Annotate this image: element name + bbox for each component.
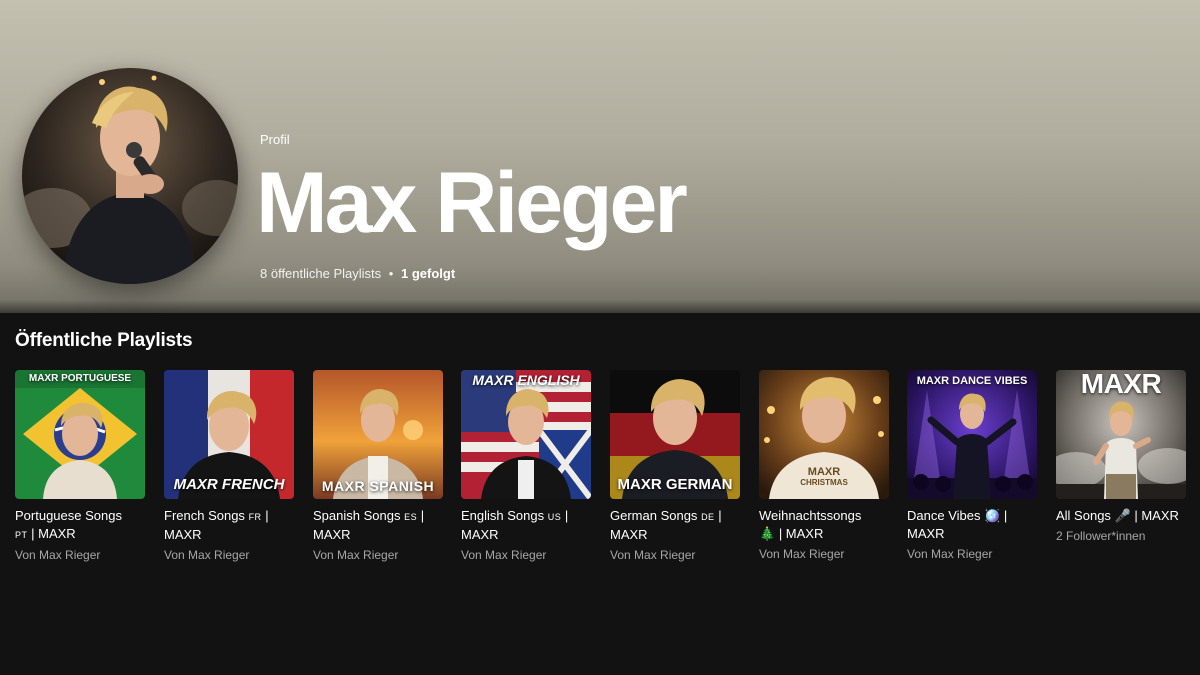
header-shade [0, 300, 1200, 313]
playlist-title-main: French Songs [164, 508, 245, 523]
playlist-title-suffix: | MAXR [778, 526, 824, 541]
playlist-owner[interactable]: Von Max Rieger [461, 548, 591, 562]
playlist-card-spanish[interactable]: MAXR SPANISH Spanish Songs ES | MAXR Von… [313, 370, 443, 562]
playlist-owner[interactable]: Von Max Rieger [759, 547, 889, 561]
playlist-owner[interactable]: Von Max Rieger [164, 548, 294, 562]
cover-title: MAXR FRENCH [173, 476, 285, 493]
playlist-cover: MAXR SPANISH [313, 370, 443, 499]
playlist-cover: MAXR DANCE VIBES [907, 370, 1037, 499]
playlist-card-english[interactable]: MAXR ENGLISH English Songs US | MAXR Von… [461, 370, 591, 562]
playlist-card-christmas[interactable]: MAXR CHRISTMAS Weihnachtssongs 🎄 | MAXR … [759, 370, 889, 561]
playlist-card-dance-vibes[interactable]: MAXR DANCE VIBES Dance Vibes 🪩 | MAXR Vo… [907, 370, 1037, 561]
playlist-title: German Songs DE | MAXR [610, 507, 750, 544]
playlist-title: Spanish Songs ES | MAXR [313, 507, 453, 544]
playlist-title-tag: DE [701, 512, 715, 522]
playlist-title: English Songs US | MAXR [461, 507, 601, 544]
playlist-owner[interactable]: Von Max Rieger [907, 547, 1037, 561]
playlist-cover: MAXR ENGLISH [461, 370, 591, 499]
playlist-title-main: Weihnachtssongs [759, 508, 862, 523]
cover-title: MAXR ENGLISH [472, 372, 580, 388]
playlist-card-portuguese[interactable]: MAXR PORTUGUESE Portuguese Songs PT | MA… [15, 370, 145, 562]
playlist-title: Dance Vibes 🪩 | MAXR [907, 507, 1047, 543]
public-playlists-heading[interactable]: Öffentliche Playlists [15, 330, 193, 352]
playlist-owner[interactable]: Von Max Rieger [610, 548, 740, 562]
playlist-cover: MAXR PORTUGUESE [15, 370, 145, 499]
playlist-title: Weihnachtssongs 🎄 | MAXR [759, 507, 899, 543]
playlist-title-tag: ES [404, 512, 418, 522]
cover-title: MAXR [1080, 370, 1162, 399]
cover-title: MAXR GERMAN [617, 476, 733, 493]
playlist-title-tag: FR [248, 512, 262, 522]
playlist-cover: MAXR CHRISTMAS [759, 370, 889, 499]
cover-title: MAXR SPANISH [321, 478, 435, 494]
playlist-title: All Songs 🎤 | MAXR [1056, 507, 1196, 525]
public-playlists-count[interactable]: 8 öffentliche Playlists [260, 266, 381, 281]
playlist-row: MAXR PORTUGUESE Portuguese Songs PT | MA… [15, 370, 1200, 570]
profile-type-label: Profil [260, 132, 290, 147]
stats-separator: • [388, 266, 394, 281]
playlist-title-main: Spanish Songs [313, 508, 401, 523]
playlist-followers[interactable]: 2 Follower*innen [1056, 529, 1186, 543]
playlist-title-tag: 🎤 [1114, 508, 1131, 523]
playlist-cover: MAXR FRENCH [164, 370, 294, 499]
playlist-title: French Songs FR | MAXR [164, 507, 304, 544]
profile-stats: 8 öffentliche Playlists • 1 gefolgt [260, 266, 455, 281]
cover-subtitle: CHRISTMAS [800, 478, 848, 487]
cover-title: MAXR [807, 466, 841, 478]
playlist-cover: MAXR GERMAN [610, 370, 740, 499]
profile-name: Max Rieger [256, 155, 688, 251]
profile-avatar[interactable] [22, 68, 238, 284]
playlist-title-main: Portuguese Songs [15, 508, 122, 523]
playlist-title-main: German Songs [610, 508, 698, 523]
playlist-title-suffix: | MAXR [1134, 508, 1179, 523]
playlist-title: Portuguese Songs PT | MAXR [15, 507, 155, 544]
playlist-title-suffix: | MAXR [31, 526, 76, 541]
cover-title: MAXR PORTUGUESE [28, 373, 132, 384]
playlist-owner[interactable]: Von Max Rieger [313, 548, 443, 562]
playlist-card-german[interactable]: MAXR GERMAN German Songs DE | MAXR Von M… [610, 370, 740, 562]
playlist-cover: MAXR [1056, 370, 1186, 499]
playlist-title-tag: 🪩 [984, 508, 1001, 523]
playlist-title-main: English Songs [461, 508, 545, 523]
playlist-card-all-songs[interactable]: MAXR All Songs 🎤 | MAXR 2 Follower*innen [1056, 370, 1186, 543]
playlist-owner[interactable]: Von Max Rieger [15, 548, 145, 562]
playlist-title-main: Dance Vibes [907, 508, 981, 523]
playlist-title-tag: 🎄 [759, 526, 776, 541]
following-count[interactable]: 1 gefolgt [401, 266, 455, 281]
playlist-title-tag: PT [15, 530, 28, 540]
playlist-title-tag: US [547, 512, 562, 522]
cover-title: MAXR DANCE VIBES [916, 375, 1028, 387]
playlist-card-french[interactable]: MAXR FRENCH French Songs FR | MAXR Von M… [164, 370, 294, 562]
playlist-title-main: All Songs [1056, 508, 1111, 523]
